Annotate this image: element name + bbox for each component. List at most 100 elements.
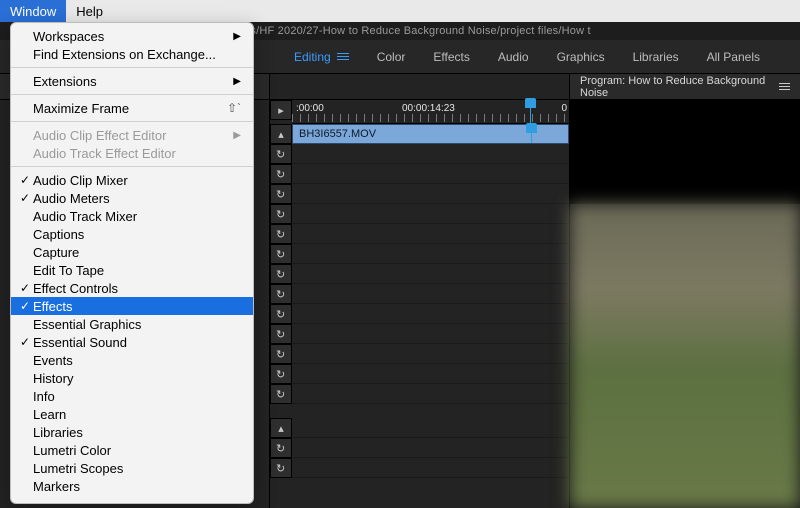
empty-track [292,284,569,304]
track-undo-button[interactable]: ↺ [270,364,292,384]
menu-workspaces[interactable]: Workspaces ▶ [11,27,253,45]
menu-audio-track-effect-editor: Audio Track Effect Editor [11,144,253,162]
menu-essential-graphics[interactable]: Essential Graphics [11,315,253,333]
menu-essential-sound[interactable]: ✓Essential Sound [11,333,253,351]
empty-track [292,264,569,284]
menu-capture[interactable]: Capture [11,243,253,261]
menu-item-label: Events [33,353,241,368]
track-undo-button[interactable]: ↺ [270,458,292,478]
undo-icon: ↺ [276,228,285,241]
workspace-editing[interactable]: Editing [294,50,349,64]
track-expand-button[interactable]: ▴ [270,124,292,144]
undo-icon: ↺ [276,208,285,221]
menu-learn[interactable]: Learn [11,405,253,423]
check-icon: ✓ [17,173,33,187]
timeline-panel: ▸ :00:00 00:00:14:23 0 ▴ BH3I6557.MOV [270,74,570,508]
track-undo-button[interactable]: ↺ [270,144,292,164]
menu-item-label: Audio Meters [33,191,241,206]
track-undo-button[interactable]: ↺ [270,264,292,284]
menu-lumetri-color[interactable]: Lumetri Color [11,441,253,459]
menu-extensions[interactable]: Extensions ▶ [11,72,253,90]
menu-item-label: Essential Sound [33,335,241,350]
menu-item-label: Capture [33,245,241,260]
empty-track [292,304,569,324]
check-icon: ✓ [17,281,33,295]
menu-edit-to-tape[interactable]: Edit To Tape [11,261,253,279]
menu-item-label: Markers [33,479,241,494]
track-undo-button[interactable]: ↺ [270,164,292,184]
menu-window[interactable]: Window [0,0,66,22]
menu-item-label: Extensions [33,74,227,89]
menu-item-label: Info [33,389,241,404]
workspace-graphics[interactable]: Graphics [557,50,605,64]
menu-info[interactable]: Info [11,387,253,405]
empty-track [292,224,569,244]
workspace-libraries[interactable]: Libraries [633,50,679,64]
menu-effect-controls[interactable]: ✓Effect Controls [11,279,253,297]
menu-separator [11,121,253,122]
track-undo-button[interactable]: ↺ [270,244,292,264]
track-undo-button[interactable]: ↺ [270,184,292,204]
undo-icon: ↺ [276,348,285,361]
menu-audio-clip-effect-editor: Audio Clip Effect Editor ▶ [11,126,253,144]
menu-item-label: Find Extensions on Exchange... [33,47,241,62]
menu-find-extensions[interactable]: Find Extensions on Exchange... [11,45,253,63]
track-undo-button[interactable]: ↺ [270,204,292,224]
track-undo-button[interactable]: ↺ [270,344,292,364]
track-undo-button[interactable]: ↺ [270,224,292,244]
menu-item-label: Audio Clip Mixer [33,173,241,188]
menu-libraries[interactable]: Libraries [11,423,253,441]
clip-label: BH3I6557.MOV [299,128,376,140]
track-undo-button[interactable]: ↺ [270,384,292,404]
track-undo-button[interactable]: ↺ [270,324,292,344]
ruler-time-1: :00:00 [296,103,324,114]
undo-icon: ↺ [276,188,285,201]
menu-item-label: Lumetri Scopes [33,461,241,476]
empty-track [292,364,569,384]
menu-item-label: Libraries [33,425,241,440]
hamburger-icon[interactable] [337,53,349,60]
track-expand-button[interactable]: ▴ [270,418,292,438]
workspace-color[interactable]: Color [377,50,406,64]
ruler-time-3: 0 [561,103,567,114]
menu-lumetri-scopes[interactable]: Lumetri Scopes [11,459,253,477]
video-clip[interactable]: BH3I6557.MOV [292,124,569,144]
menu-item-label: Audio Track Effect Editor [33,146,241,161]
undo-icon: ↺ [276,248,285,261]
undo-icon: ↺ [276,148,285,161]
menu-separator [11,94,253,95]
workspace-audio[interactable]: Audio [498,50,529,64]
workspace-effects[interactable]: Effects [433,50,469,64]
menu-item-label: Audio Track Mixer [33,209,241,224]
empty-track [292,244,569,264]
menu-item-label: Workspaces [33,29,227,44]
workspace-allpanels[interactable]: All Panels [707,50,760,64]
menu-audio-track-mixer[interactable]: Audio Track Mixer [11,207,253,225]
menu-audio-clip-mixer[interactable]: ✓Audio Clip Mixer [11,171,253,189]
panel-menu-icon[interactable] [779,83,790,90]
program-panel-title: Program: How to Reduce Background Noise [580,75,771,99]
menu-effects[interactable]: ✓Effects [11,297,253,315]
empty-track [292,164,569,184]
menu-help[interactable]: Help [66,0,113,22]
check-icon: ✓ [17,335,33,349]
track-undo-button[interactable]: ↺ [270,438,292,458]
menu-item-label: Essential Graphics [33,317,241,332]
playhead[interactable] [530,100,531,123]
menu-history[interactable]: History [11,369,253,387]
menu-audio-meters[interactable]: ✓Audio Meters [11,189,253,207]
track-undo-button[interactable]: ↺ [270,284,292,304]
timeline-play-button[interactable]: ▸ [270,100,292,120]
menu-markers[interactable]: Markers [11,477,253,495]
undo-icon: ↺ [276,368,285,381]
menu-captions[interactable]: Captions [11,225,253,243]
menu-maximize-frame[interactable]: Maximize Frame ⇧` [11,99,253,117]
empty-track [292,384,569,404]
menu-item-label: Audio Clip Effect Editor [33,128,227,143]
timeline-ruler[interactable]: :00:00 00:00:14:23 0 [292,100,569,124]
track-undo-button[interactable]: ↺ [270,304,292,324]
menu-item-label: Effect Controls [33,281,241,296]
workspace-label: Editing [294,50,331,64]
menu-events[interactable]: Events [11,351,253,369]
program-letterbox [570,100,800,204]
